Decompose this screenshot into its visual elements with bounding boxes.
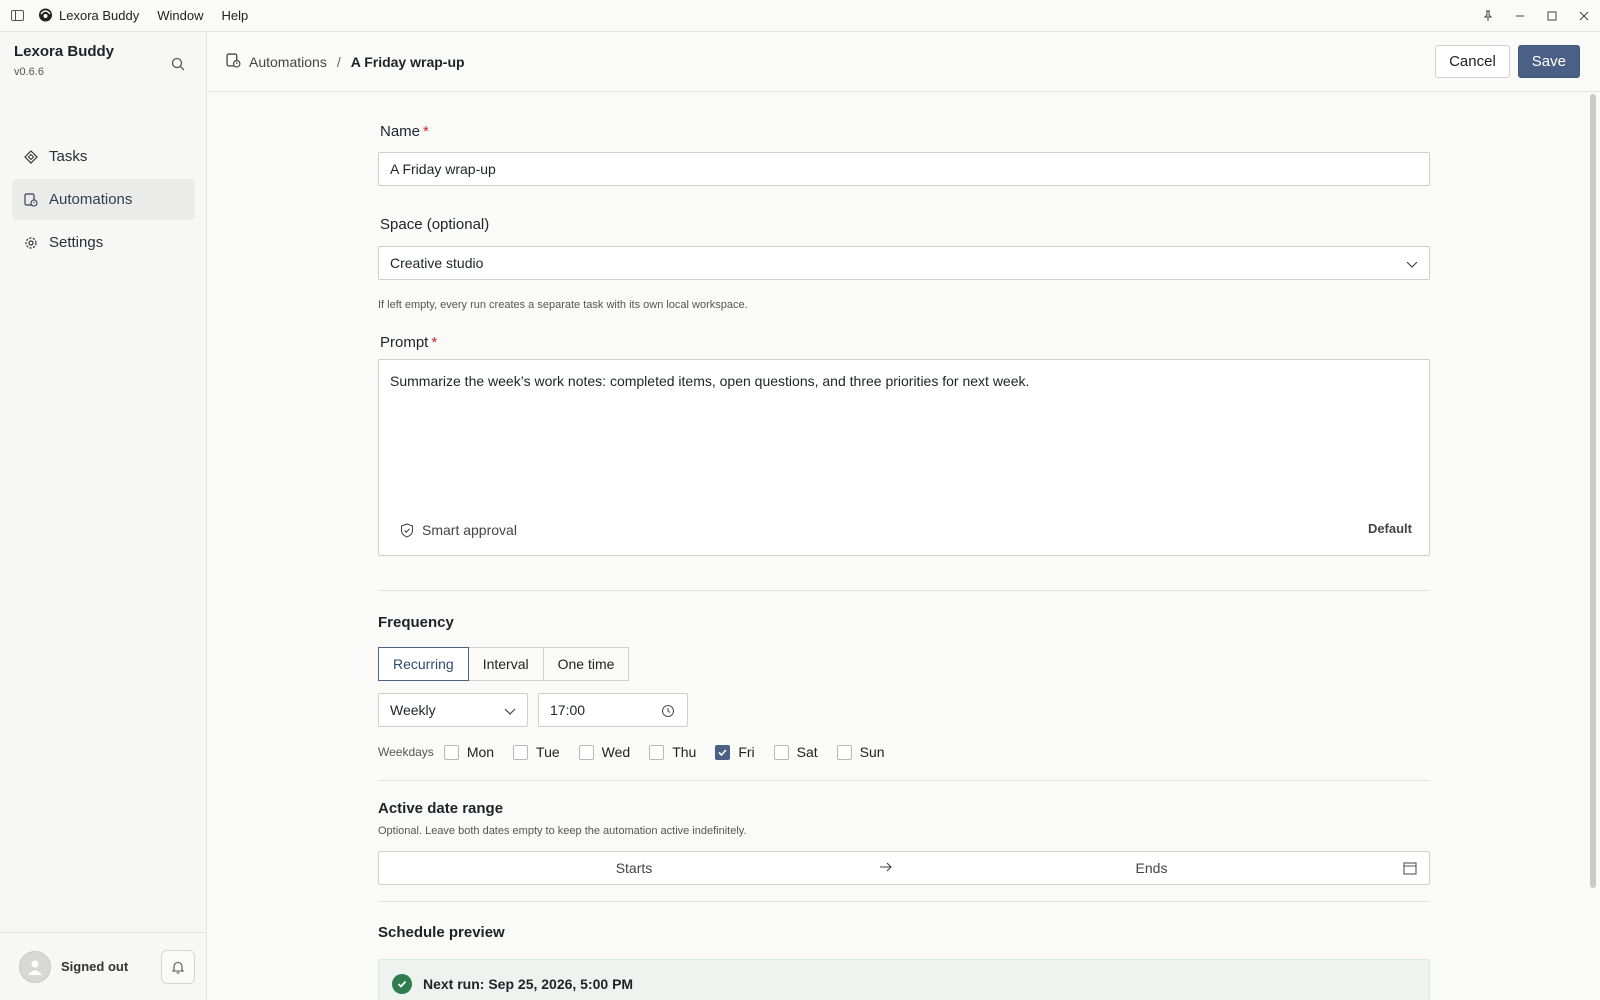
end-date-input[interactable]: Ends [909,860,1394,876]
day-sat[interactable]: Sat [773,744,818,760]
shield-check-icon [400,522,414,538]
checkbox-checked[interactable] [715,744,731,760]
header-actions: Cancel Save [1435,45,1580,78]
day-mon[interactable]: Mon [443,744,494,760]
schedule-preview: Next run: Sep 25, 2026, 5:00 PM [378,959,1430,1000]
sidebar: Lexora Buddy v0.6.6 Tasks Automations Se… [0,32,207,1000]
pin-button[interactable] [1472,0,1504,32]
period-select[interactable]: Weekly [378,693,528,727]
menu-help[interactable]: Help [221,8,248,23]
brand-name: Lexora Buddy [14,43,115,60]
app-logo-icon [38,7,53,25]
divider [378,780,1430,781]
sidebar-item-label: Settings [49,234,104,251]
sidebar-item-automations[interactable]: Automations [12,179,195,220]
name-input[interactable]: A Friday wrap-up [378,152,1430,186]
chevron-down-icon [1406,261,1418,268]
maximize-icon [1547,11,1557,20]
gear-icon [24,236,38,250]
sidebar-nav: Tasks Automations Settings [12,136,195,265]
app-version: v0.6.6 [14,66,44,78]
maximize-button[interactable] [1536,0,1568,32]
tab-one-time[interactable]: One time [542,647,630,681]
breadcrumb-automations[interactable]: Automations [249,54,327,70]
scrollbar[interactable] [1590,94,1596,888]
day-thu[interactable]: Thu [649,744,696,760]
time-input[interactable]: 17:00 [538,693,688,727]
app-name: Lexora Buddy [59,8,140,23]
date-range-title: Active date range [378,800,504,817]
sidebar-toggle-icon[interactable] [10,9,24,23]
close-icon [1579,11,1589,20]
divider [378,901,1430,902]
divider [378,590,1430,591]
tab-recurring[interactable]: Recurring [378,647,469,681]
pin-icon [1483,10,1493,21]
check-icon [718,748,727,756]
day-sun[interactable]: Sun [836,744,885,760]
close-button[interactable] [1568,0,1600,32]
prompt-textarea[interactable]: Summarize the week’s work notes: complet… [378,359,1430,556]
chevron-down-icon [504,708,516,715]
breadcrumb: Automations / A Friday wrap-up [226,52,465,71]
smart-approval-toggle[interactable]: Smart approval [400,522,517,538]
search-icon [171,57,185,71]
name-label: Name * [380,123,429,140]
date-range-hint: Optional. Leave both dates empty to keep… [378,825,747,837]
approval-mode-selector[interactable]: Default [1368,521,1412,536]
title-bar: Lexora Buddy Window Help [0,0,1600,32]
automation-icon [226,52,241,71]
notifications-button[interactable] [161,949,195,984]
brand: Lexora Buddy v0.6.6 [14,43,114,78]
checkbox[interactable] [836,744,852,760]
save-button[interactable]: Save [1517,45,1580,78]
checkbox[interactable] [443,744,459,760]
sidebar-item-settings[interactable]: Settings [12,222,195,263]
calendar-icon [1403,862,1417,875]
checkbox[interactable] [513,744,529,760]
page-header: Automations / A Friday wrap-up Cancel Sa… [208,32,1600,92]
frequency-title: Frequency [378,614,454,631]
weekdays-label: Weekdays [378,745,434,759]
start-date-input[interactable]: Starts [379,860,889,876]
prompt-text: Summarize the week’s work notes: complet… [390,373,1030,389]
breadcrumb-separator: / [336,53,341,70]
menu-window[interactable]: Window [157,8,203,23]
weekday-picker: Weekdays Mon Tue Wed Thu Fri Sat Sun [378,742,904,762]
cancel-button[interactable]: Cancel [1435,45,1510,78]
frequency-mode-tabs: Recurring Interval One time [378,647,630,681]
check-circle-icon [392,974,412,994]
space-select[interactable]: Creative studio [378,246,1430,280]
day-wed[interactable]: Wed [578,744,630,760]
clock-icon [661,704,675,718]
schedule-preview-title: Schedule preview [378,924,505,941]
day-fri[interactable]: Fri [715,744,755,760]
sidebar-item-label: Tasks [49,148,88,165]
user-icon [28,960,42,975]
space-label: Space (optional) [380,216,490,233]
day-tue[interactable]: Tue [513,744,560,760]
minimize-icon [1516,15,1524,16]
space-hint: If left empty, every run creates a separ… [378,299,748,311]
avatar[interactable] [19,950,51,983]
tab-interval[interactable]: Interval [467,647,544,681]
checkbox[interactable] [578,744,594,760]
sidebar-item-tasks[interactable]: Tasks [12,136,195,177]
minimize-button[interactable] [1504,0,1536,32]
next-run-text: Next run: Sep 25, 2026, 5:00 PM [423,976,634,992]
breadcrumb-current: A Friday wrap-up [350,53,465,70]
automation-icon [24,192,38,207]
search-button[interactable] [166,52,190,76]
prompt-label: Prompt * [380,334,438,351]
user-footer: Signed out [0,932,207,1000]
diamond-icon [24,149,38,164]
bell-icon [171,961,185,974]
checkbox[interactable] [649,744,665,760]
arrow-right-icon [880,862,892,872]
date-range-picker[interactable]: Starts Ends [378,851,1430,885]
checkbox[interactable] [773,744,789,760]
sidebar-item-label: Automations [49,191,133,208]
app-menu[interactable]: Lexora Buddy [38,7,139,25]
user-status: Signed out [61,959,129,974]
